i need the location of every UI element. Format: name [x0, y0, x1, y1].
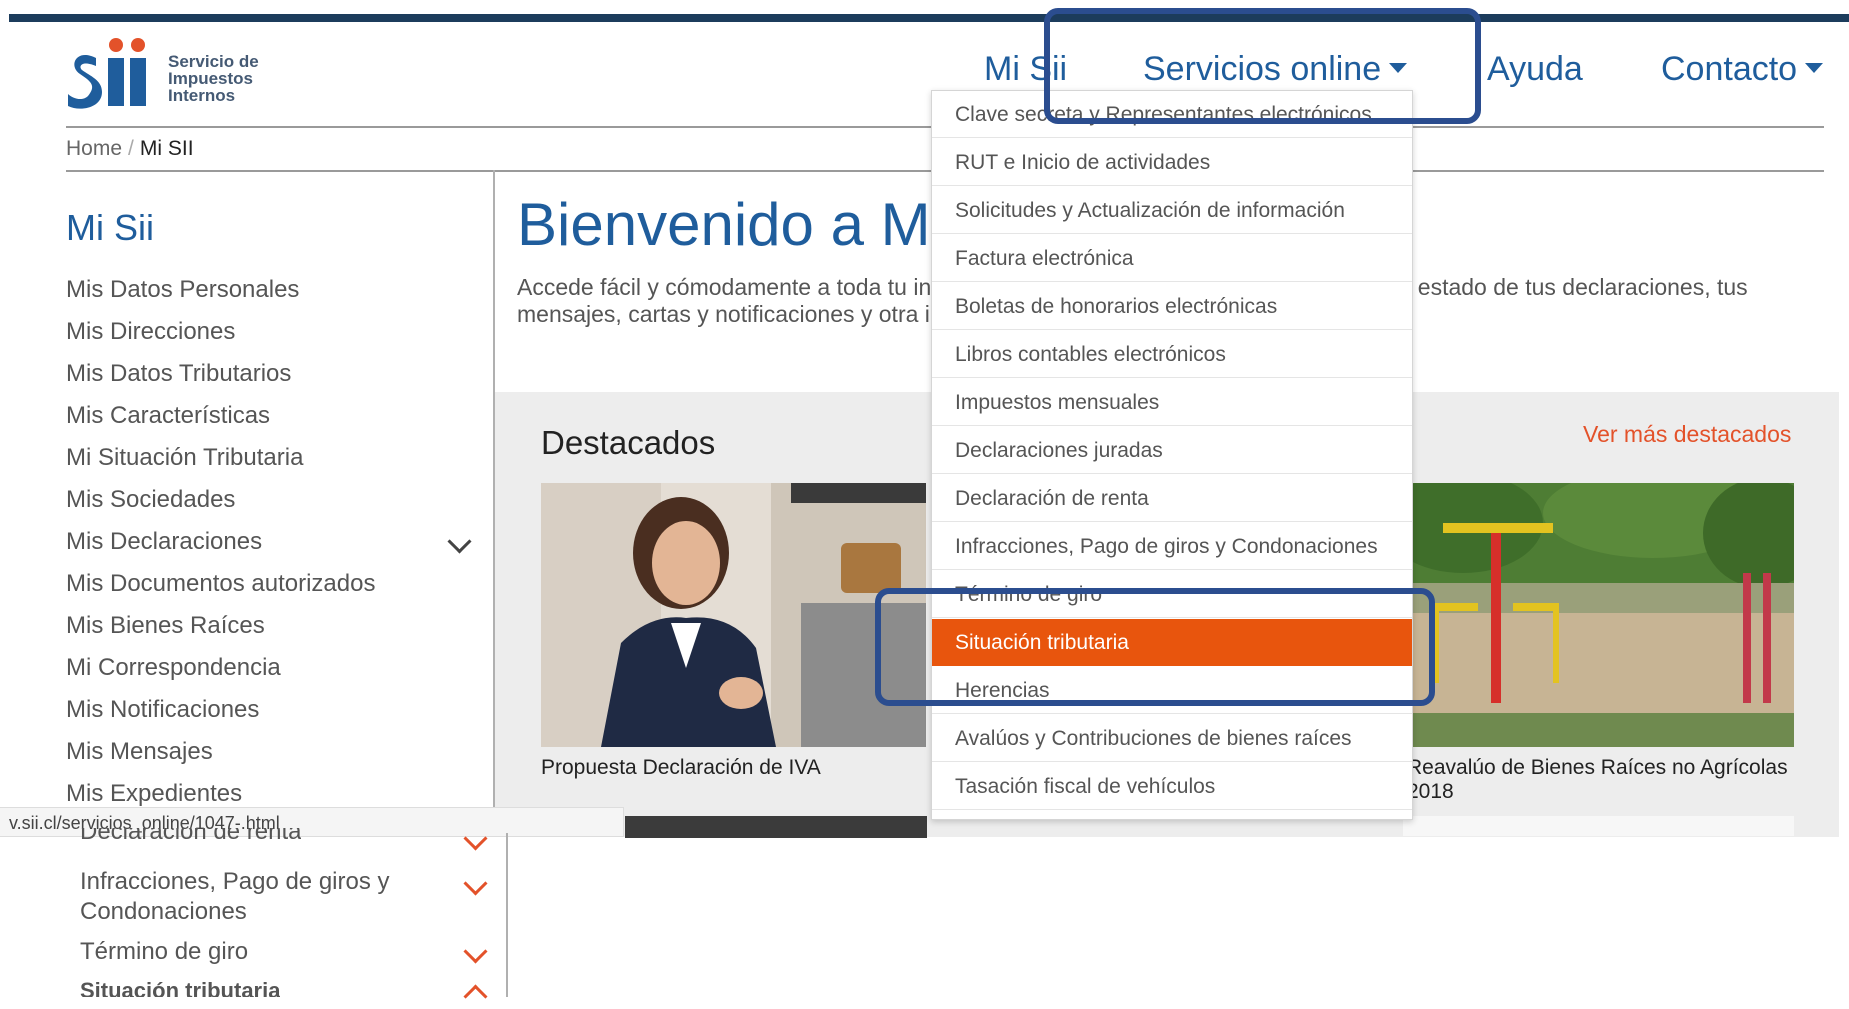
featured-card-next-row [1403, 816, 1794, 836]
featured-card-caption-iva[interactable]: Propuesta Declaración de IVA [541, 756, 821, 780]
dropdown-item-declaracion-renta[interactable]: Declaración de renta [932, 475, 1412, 522]
breadcrumb: Home / Mi SII [66, 137, 194, 161]
lower-sidebar-divider [506, 833, 508, 997]
nav-ayuda-label: Ayuda [1487, 50, 1583, 88]
dropdown-item-boletas[interactable]: Boletas de honorarios electrónicas [932, 283, 1412, 330]
lower-sidebar-item-label: Declaración de renta [80, 828, 302, 845]
sidebar-item-mi-situacion-tributaria[interactable]: Mi Situación Tributaria [66, 444, 303, 472]
top-accent-bar [9, 14, 1849, 22]
lower-sidebar-item-label: Condonaciones [80, 898, 247, 925]
lower-sidebar-item-situacion-tributaria[interactable]: Situación tributaria [80, 978, 280, 997]
sidebar-item-mis-bienes-raices[interactable]: Mis Bienes Raíces [66, 612, 265, 640]
dropdown-item-avaluos[interactable]: Avalúos y Contribuciones de bienes raíce… [932, 715, 1412, 762]
logo-line-2: Impuestos [168, 69, 254, 88]
chevron-down-icon[interactable] [463, 939, 488, 964]
nav-contacto-label: Contacto [1661, 50, 1798, 88]
featured-card-image-reavaluo[interactable] [1403, 483, 1794, 747]
sidebar-item-mis-mensajes[interactable]: Mis Mensajes [66, 738, 213, 766]
dropdown-item-tasacion[interactable]: Tasación fiscal de vehículos [932, 763, 1412, 810]
lower-sidebar-item-termino-giro[interactable]: Término de giro [80, 938, 248, 966]
welcome-heading: Bienvenido a M [517, 191, 931, 258]
chevron-down-icon[interactable] [447, 529, 472, 554]
breadcrumb-current: Mi SII [139, 137, 194, 160]
sidebar-item-mis-caracteristicas[interactable]: Mis Características [66, 402, 270, 430]
logo-line-3: Internos [168, 86, 236, 105]
highlight-box-servicios-online [1044, 8, 1481, 124]
park-playground-photo [1403, 483, 1794, 747]
featured-card-image-iva[interactable] [541, 483, 926, 747]
lower-sidebar-item-infracciones[interactable]: Infracciones, Pago de giros y Condonacio… [80, 868, 390, 926]
breadcrumb-home[interactable]: Home [66, 137, 122, 160]
servicios-online-dropdown: Clave secreta y Representantes electróni… [931, 90, 1413, 820]
sidebar-item-mis-declaraciones[interactable]: Mis Declaraciones [66, 528, 262, 556]
featured-title: Destacados [541, 424, 716, 461]
nav-contacto[interactable]: Contacto [1661, 50, 1824, 89]
sidebar-item-mis-datos-tributarios[interactable]: Mis Datos Tributarios [66, 360, 291, 388]
breadcrumb-separator: / [128, 137, 134, 160]
see-more-featured-link[interactable]: Ver más destacados [1583, 421, 1791, 448]
logo-line-1: Servicio de [168, 52, 259, 71]
chevron-down-icon[interactable] [463, 871, 488, 896]
woman-shop-photo [541, 483, 926, 747]
sidebar-item-mi-correspondencia[interactable]: Mi Correspondencia [66, 654, 281, 682]
dropdown-item-factura[interactable]: Factura electrónica [932, 235, 1412, 282]
logo-wordmark: Servicio de Impuestos Internos [168, 53, 259, 104]
lower-sidebar-item-declaracion-renta[interactable]: Declaración de renta [80, 828, 301, 850]
featured-card-caption-reavaluo[interactable]: Reavalúo de Bienes Raíces no Agrícolas 2… [1407, 756, 1807, 804]
lower-sidebar-item-label: Infracciones, Pago de giros y [80, 868, 390, 895]
sidebar-title: Mi Sii [66, 207, 154, 248]
highlight-box-situacion-tributaria [875, 588, 1435, 706]
sidebar-item-mis-expedientes[interactable]: Mis Expedientes [66, 780, 242, 808]
nav-ayuda[interactable]: Ayuda [1487, 50, 1583, 89]
intro-text-line-1: Accede fácil y cómodamente a toda tu in [517, 274, 932, 300]
sii-logo-mark [68, 38, 146, 109]
dropdown-item-libros[interactable]: Libros contables electrónicos [932, 331, 1412, 378]
sidebar-item-mis-datos-personales[interactable]: Mis Datos Personales [66, 276, 299, 304]
sidebar-item-mis-notificaciones[interactable]: Mis Notificaciones [66, 696, 259, 724]
dropdown-item-solicitudes[interactable]: Solicitudes y Actualización de informaci… [932, 187, 1412, 234]
caret-down-icon [1805, 63, 1824, 74]
dropdown-item-impuestos-mensuales[interactable]: Impuestos mensuales [932, 379, 1412, 426]
sidebar-item-mis-sociedades[interactable]: Mis Sociedades [66, 486, 235, 514]
intro-text-right: , estado de tus declaraciones, tus [1405, 274, 1748, 300]
sidebar-item-mis-direcciones[interactable]: Mis Direcciones [66, 318, 235, 346]
sidebar-item-mis-documentos-autorizados[interactable]: Mis Documentos autorizados [66, 570, 375, 598]
dropdown-item-declaraciones-juradas[interactable]: Declaraciones juradas [932, 427, 1412, 474]
dropdown-item-rut[interactable]: RUT e Inicio de actividades [932, 139, 1412, 186]
intro-text-line-2: mensajes, cartas y notificaciones y otra… [517, 301, 930, 327]
dropdown-item-infracciones[interactable]: Infracciones, Pago de giros y Condonacio… [932, 523, 1412, 570]
featured-card-next-row [625, 816, 927, 838]
